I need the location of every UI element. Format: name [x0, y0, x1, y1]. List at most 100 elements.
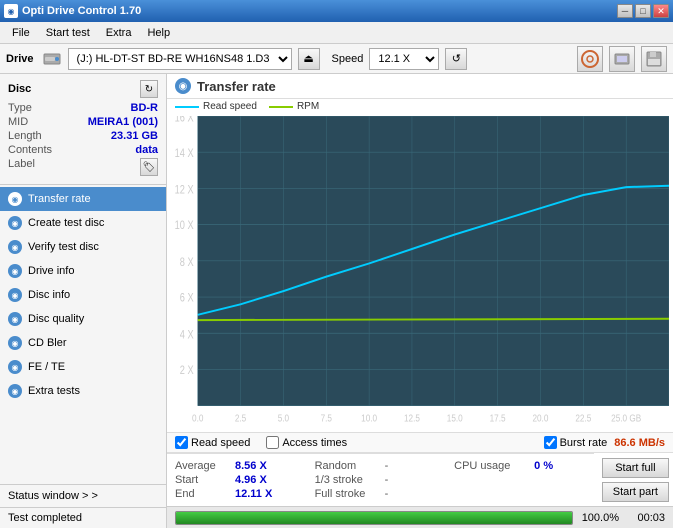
chart-container: 16 X 14 X 12 X 10 X 8 X 6 X 4 X 2 X 0.0 …: [167, 116, 673, 432]
svg-text:25.0 GB: 25.0 GB: [611, 411, 641, 423]
burst-rate-checkbox-item: Burst rate 86.6 MB/s: [544, 436, 665, 449]
legend-read-speed-label: Read speed: [203, 101, 257, 112]
extra-tests-icon: ◉: [8, 384, 22, 398]
svg-text:17.5: 17.5: [490, 411, 506, 423]
type-value: BD-R: [131, 102, 159, 114]
access-times-cb-label: Access times: [282, 437, 347, 449]
svg-text:5.0: 5.0: [278, 411, 289, 423]
app-title: Opti Drive Control 1.70: [22, 5, 141, 17]
legend-read-speed: Read speed: [175, 101, 257, 112]
read-speed-cb-label: Read speed: [191, 437, 250, 449]
disc-refresh-button[interactable]: ↻: [140, 80, 158, 98]
chart-legend: Read speed RPM: [167, 99, 673, 116]
status-window-label: Status window > >: [8, 490, 98, 502]
app-icon: ◉: [4, 4, 18, 18]
nav-drive-info-label: Drive info: [28, 265, 74, 277]
menu-start-test[interactable]: Start test: [38, 25, 98, 41]
status-window-button[interactable]: Status window > >: [0, 485, 166, 508]
drive-bar: Drive (J:) HL-DT-ST BD-RE WH16NS48 1.D3 …: [0, 44, 673, 74]
label-icon-button[interactable]: 🏷: [140, 158, 158, 176]
mid-value: MEIRA1 (001): [88, 116, 158, 128]
progress-time: 00:03: [625, 512, 665, 524]
svg-text:4 X: 4 X: [180, 328, 194, 341]
maximize-button[interactable]: □: [635, 4, 651, 18]
nav-disc-quality[interactable]: ◉ Disc quality: [0, 307, 166, 331]
progress-bar: [175, 511, 573, 525]
end-value: 12.11 X: [235, 488, 285, 500]
checkboxes-row: Read speed Access times Burst rate 86.6 …: [167, 432, 673, 452]
nav-disc-info-label: Disc info: [28, 289, 70, 301]
nav-drive-info[interactable]: ◉ Drive info: [0, 259, 166, 283]
nav-extra-tests[interactable]: ◉ Extra tests: [0, 379, 166, 403]
sidebar-bottom: Status window > > Test completed: [0, 484, 166, 528]
speed-label: Speed: [332, 53, 364, 65]
start-full-button[interactable]: Start full: [602, 458, 669, 478]
nav-fe-te-label: FE / TE: [28, 361, 65, 373]
speed-select[interactable]: 12.1 X: [369, 48, 439, 70]
chart-icon: ◉: [175, 78, 191, 94]
read-speed-checkbox-item: Read speed: [175, 436, 250, 449]
stats-col-1: Average 8.56 X Start 4.96 X End 12.11 X: [175, 458, 307, 502]
length-label: Length: [8, 130, 42, 142]
label-label: Label: [8, 158, 35, 176]
menu-help[interactable]: Help: [139, 25, 178, 41]
nav-cd-bler[interactable]: ◉ CD Bler: [0, 331, 166, 355]
stroke-1-3-label: 1/3 stroke: [315, 474, 385, 486]
length-value: 23.31 GB: [111, 130, 158, 142]
nav-disc-quality-label: Disc quality: [28, 313, 84, 325]
nav-verify-test-disc-label: Verify test disc: [28, 241, 99, 253]
stats-col-3: CPU usage 0 %: [454, 458, 586, 502]
transfer-rate-icon: ◉: [8, 192, 22, 206]
nav-transfer-rate[interactable]: ◉ Transfer rate: [0, 187, 166, 211]
menu-file[interactable]: File: [4, 25, 38, 41]
media-button[interactable]: [609, 46, 635, 72]
save-button[interactable]: [641, 46, 667, 72]
drive-select[interactable]: (J:) HL-DT-ST BD-RE WH16NS48 1.D3: [68, 48, 292, 70]
stats-buttons-area: Average 8.56 X Start 4.96 X End 12.11 X: [167, 452, 673, 506]
nav-fe-te[interactable]: ◉ FE / TE: [0, 355, 166, 379]
eject-button[interactable]: ⏏: [298, 48, 320, 70]
nav-verify-test-disc[interactable]: ◉ Verify test disc: [0, 235, 166, 259]
close-button[interactable]: ✕: [653, 4, 669, 18]
stats-col-2: Random - 1/3 stroke - Full stroke -: [315, 458, 447, 502]
svg-text:12 X: 12 X: [175, 184, 194, 197]
burst-rate-cb-label: Burst rate: [560, 437, 608, 449]
main-content: Disc ↻ Type BD-R MID MEIRA1 (001) Length…: [0, 74, 673, 528]
contents-label: Contents: [8, 144, 52, 156]
disc-title: Disc: [8, 83, 31, 95]
test-completed-label: Test completed: [0, 508, 166, 528]
start-value: 4.96 X: [235, 474, 285, 486]
nav-create-test-disc[interactable]: ◉ Create test disc: [0, 211, 166, 235]
nav-disc-info[interactable]: ◉ Disc info: [0, 283, 166, 307]
contents-value: data: [135, 144, 158, 156]
create-test-disc-icon: ◉: [8, 216, 22, 230]
start-part-button[interactable]: Start part: [602, 482, 669, 502]
average-label: Average: [175, 460, 235, 472]
full-stroke-label: Full stroke: [315, 488, 385, 500]
burst-rate-value: 86.6 MB/s: [614, 437, 665, 449]
drive-icon: [42, 49, 62, 69]
menu-extra[interactable]: Extra: [98, 25, 140, 41]
svg-text:6 X: 6 X: [180, 292, 194, 305]
svg-text:2.5: 2.5: [235, 411, 246, 423]
disc-color-button[interactable]: [577, 46, 603, 72]
chart-header: ◉ Transfer rate: [167, 74, 673, 99]
read-speed-checkbox[interactable]: [175, 436, 188, 449]
legend-read-speed-color: [175, 106, 199, 108]
refresh-speed-button[interactable]: ↺: [445, 48, 467, 70]
disc-quality-icon: ◉: [8, 312, 22, 326]
nav-cd-bler-label: CD Bler: [28, 337, 67, 349]
burst-rate-checkbox[interactable]: [544, 436, 557, 449]
minimize-button[interactable]: ─: [617, 4, 633, 18]
cd-bler-icon: ◉: [8, 336, 22, 350]
start-buttons: Start full Start part: [594, 453, 673, 506]
progress-percent: 100.0%: [579, 512, 619, 524]
average-value: 8.56 X: [235, 460, 285, 472]
svg-text:8 X: 8 X: [180, 256, 194, 269]
fe-te-icon: ◉: [8, 360, 22, 374]
access-times-checkbox[interactable]: [266, 436, 279, 449]
svg-text:0.0: 0.0: [192, 411, 203, 423]
full-stroke-value: -: [385, 488, 415, 500]
progress-bar-inner: [176, 512, 572, 524]
nav-create-test-disc-label: Create test disc: [28, 217, 104, 229]
